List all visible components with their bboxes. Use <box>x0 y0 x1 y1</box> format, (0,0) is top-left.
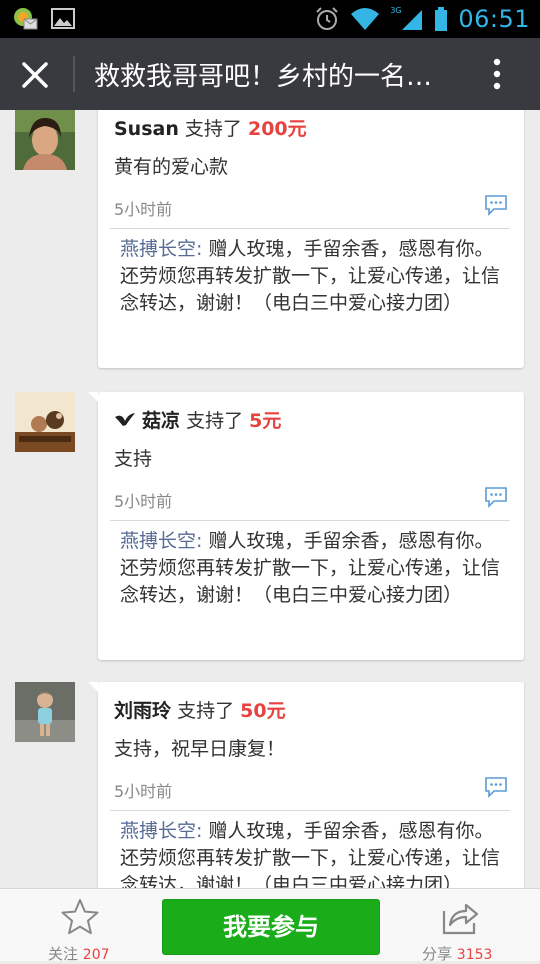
supported-text: 支持了 <box>177 700 235 722</box>
bottom-action-bar: 关注 207 我要参与 分享 3153 <box>0 888 540 963</box>
follow-label-row: 关注 207 <box>48 943 110 964</box>
donor-name[interactable]: Susan <box>114 118 179 140</box>
donation-message: 支持，祝早日康复！ <box>114 738 286 760</box>
bird-emoji-icon <box>115 413 135 426</box>
avatar[interactable] <box>15 392 75 452</box>
donation-message: 支持 <box>114 448 153 470</box>
wifi-icon <box>351 8 380 30</box>
supported-text: 支持了 <box>184 118 242 140</box>
donation-time: 5小时前 <box>114 782 173 801</box>
donor-name[interactable]: 刘雨玲 <box>114 700 171 722</box>
star-icon <box>61 899 99 935</box>
donation-entry: 菇凉 支持了 5元 支持 5小时前 燕搏长空: 赠人玫瑰，手留余香，感恩有你。还… <box>0 392 540 662</box>
share-label: 分享 <box>422 945 453 963</box>
reply-comment: 燕搏长空: 赠人玫瑰，手留余香，感恩有你。还劳烦您再转发扩散一下，让爱心传递，让… <box>120 236 506 317</box>
donor-name[interactable]: 菇凉 <box>142 410 180 432</box>
donation-amount: 50元 <box>240 700 286 722</box>
reply-author[interactable]: 燕搏长空: <box>120 820 202 842</box>
avatar[interactable] <box>15 110 75 170</box>
donation-amount: 200元 <box>247 118 307 140</box>
donation-amount: 5元 <box>249 410 282 432</box>
donation-header: Susan 支持了 200元 <box>114 114 307 141</box>
share-icon <box>442 903 479 935</box>
status-clock: 06:51 <box>458 5 530 33</box>
alarm-icon <box>316 7 339 30</box>
title-bar: 救救我哥哥吧！乡村的一名… <box>0 38 540 110</box>
gallery-icon <box>51 8 75 29</box>
donation-time: 5小时前 <box>114 492 173 511</box>
follow-button[interactable]: 关注 207 <box>48 897 114 963</box>
donation-entry: 刘雨玲 支持了 50元 支持，祝早日康复！ 5小时前 燕搏长空: 赠人玫瑰，手留… <box>0 682 540 888</box>
share-button[interactable]: 分享 3153 <box>422 897 498 963</box>
donation-header: 刘雨玲 支持了 50元 <box>114 696 286 723</box>
comment-icon[interactable] <box>484 776 508 798</box>
join-button[interactable]: 我要参与 <box>162 899 380 955</box>
divider <box>110 810 510 811</box>
follow-count: 207 <box>82 947 110 963</box>
comment-icon[interactable] <box>484 194 508 216</box>
divider <box>110 228 510 229</box>
share-count: 3153 <box>456 947 493 963</box>
donation-entry: Susan 支持了 200元 黄有的爱心款 5小时前 燕搏长空: 赠人玫瑰，手留… <box>0 110 540 370</box>
reply-comment: 燕搏长空: 赠人玫瑰，手留余香，感恩有你。还劳烦您再转发扩散一下，让爱心传递，让… <box>120 818 506 888</box>
share-label-row: 分享 3153 <box>422 943 492 964</box>
donation-card: 刘雨玲 支持了 50元 支持，祝早日康复！ 5小时前 燕搏长空: 赠人玫瑰，手留… <box>88 682 524 888</box>
donation-header: 菇凉 支持了 5元 <box>114 406 281 433</box>
page-title: 救救我哥哥吧！乡村的一名… <box>94 62 433 92</box>
status-bar: 3G 06:51 <box>0 0 540 38</box>
follow-label: 关注 <box>48 945 79 963</box>
donation-feed[interactable]: Susan 支持了 200元 黄有的爱心款 5小时前 燕搏长空: 赠人玫瑰，手留… <box>0 110 540 888</box>
close-icon[interactable] <box>18 58 52 92</box>
donation-card: 菇凉 支持了 5元 支持 5小时前 燕搏长空: 赠人玫瑰，手留余香，感恩有你。还… <box>88 392 524 660</box>
donation-time: 5小时前 <box>114 200 173 219</box>
notification-app-icon <box>14 8 38 30</box>
title-divider <box>73 56 75 92</box>
signal-icon: 3G <box>390 6 424 32</box>
donation-message: 黄有的爱心款 <box>114 156 229 178</box>
supported-text: 支持了 <box>186 410 244 432</box>
reply-author[interactable]: 燕搏长空: <box>120 238 202 260</box>
more-options-icon[interactable] <box>486 56 508 92</box>
battery-icon <box>435 7 448 31</box>
reply-comment: 燕搏长空: 赠人玫瑰，手留余香，感恩有你。还劳烦您再转发扩散一下，让爱心传递，让… <box>120 528 506 609</box>
comment-icon[interactable] <box>484 486 508 508</box>
avatar[interactable] <box>15 682 75 742</box>
donation-card: Susan 支持了 200元 黄有的爱心款 5小时前 燕搏长空: 赠人玫瑰，手留… <box>98 110 524 368</box>
reply-author[interactable]: 燕搏长空: <box>120 530 202 552</box>
divider <box>110 520 510 521</box>
